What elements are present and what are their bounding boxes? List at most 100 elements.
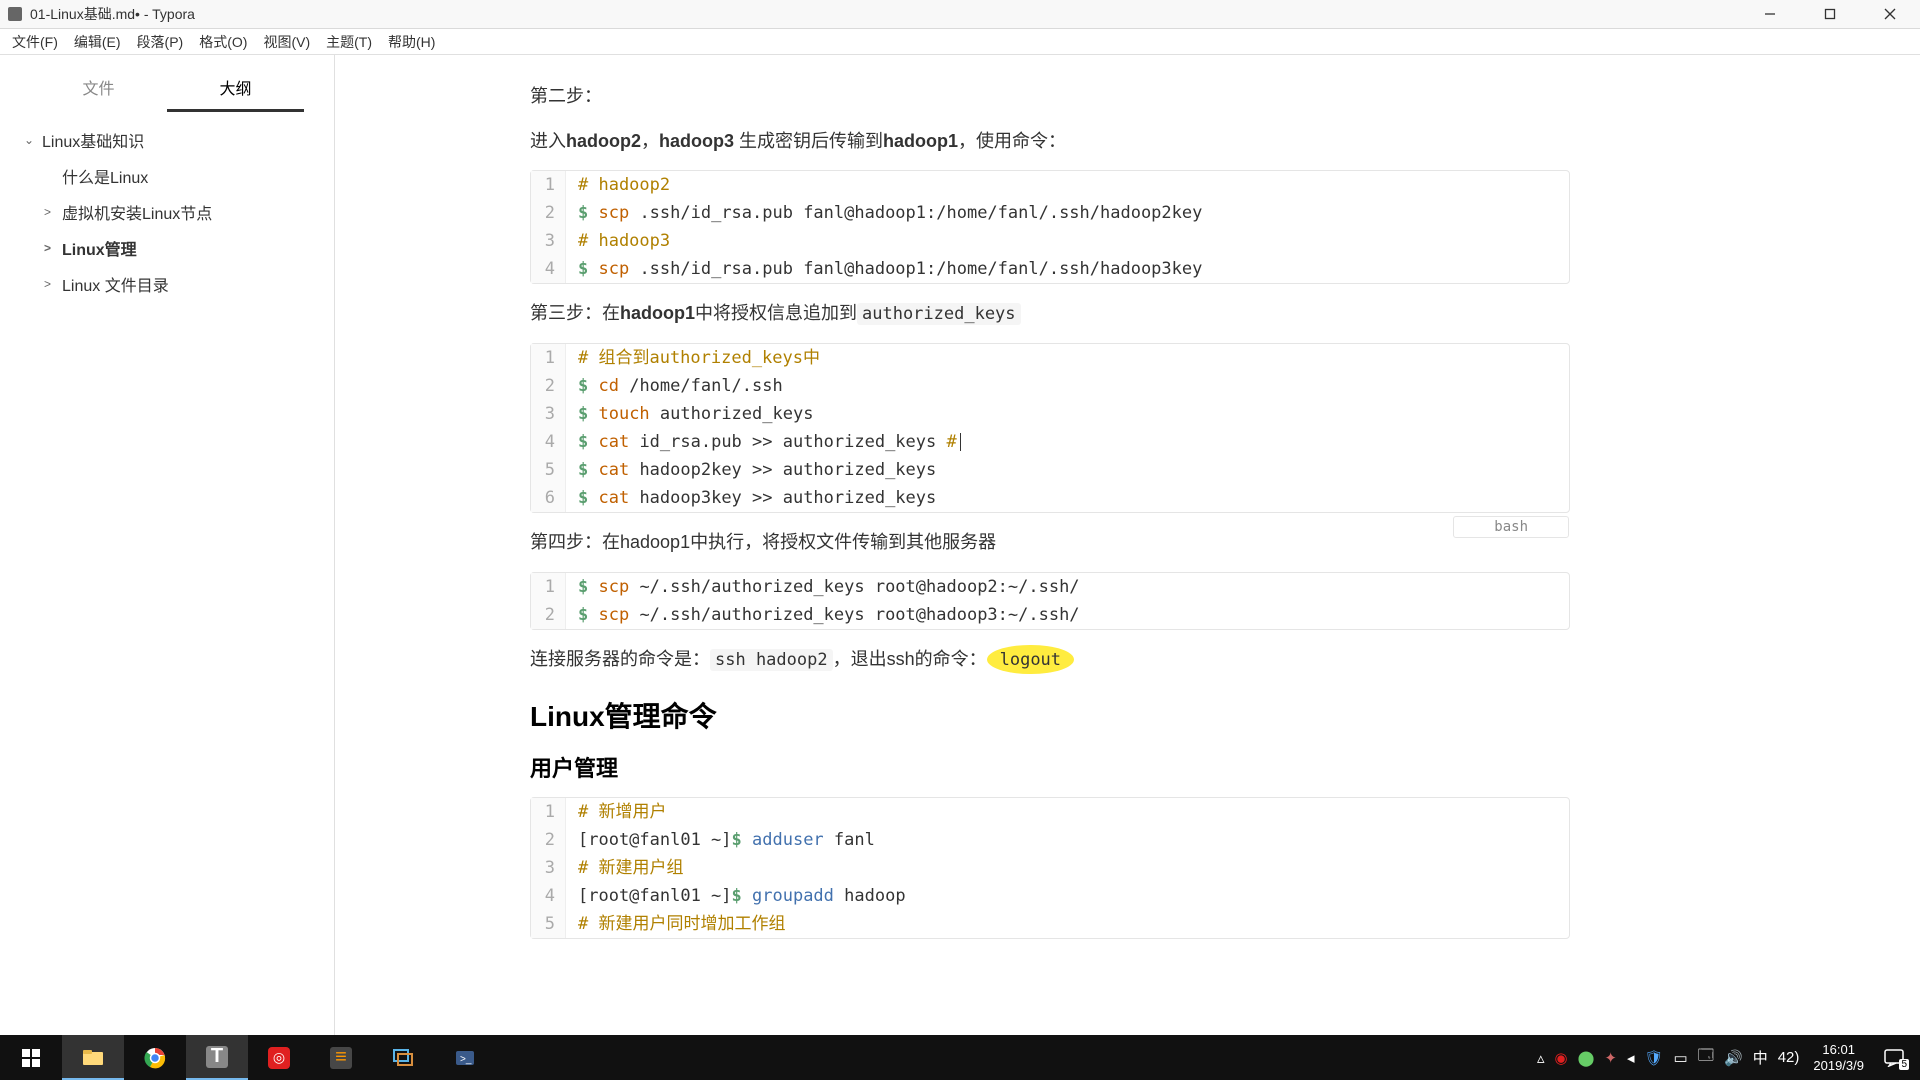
chevron-icon: > bbox=[44, 241, 56, 255]
line-number: 2 bbox=[531, 199, 566, 227]
line-number: 3 bbox=[531, 227, 566, 255]
code-line: 5# 新建用户同时增加工作组 bbox=[531, 910, 1569, 938]
outline-item[interactable]: 什么是Linux bbox=[0, 158, 334, 194]
outline-label: 虚拟机安装Linux节点 bbox=[62, 200, 212, 224]
taskbar: T ◎ ≡ >_ ▵ ◉ ⬤ ✦ ◂ 🛡 ▭ 🗔 🔊 中 42) 1 bbox=[0, 1035, 1920, 1080]
code-line: 1$ scp ~/.ssh/authorized_keys root@hadoo… bbox=[531, 573, 1569, 601]
code-text: $ scp ~/.ssh/authorized_keys root@hadoop… bbox=[566, 601, 1080, 629]
code-text: $ cat hadoop2key >> authorized_keys bbox=[566, 456, 936, 484]
tray-volume-icon[interactable]: 🔊 bbox=[1724, 1049, 1743, 1067]
explorer-icon[interactable] bbox=[62, 1035, 124, 1080]
outline-item[interactable]: >Linux管理 bbox=[0, 230, 334, 266]
system-tray[interactable]: ▵ ◉ ⬤ ✦ ◂ 🛡 ▭ 🗔 🔊 中 42) bbox=[1537, 1045, 1799, 1070]
paragraph-step3: 第三步：在hadoop1中将授权信息追加到authorized_keys bbox=[530, 298, 1570, 329]
chrome-icon[interactable] bbox=[124, 1035, 186, 1080]
vm-icon[interactable] bbox=[372, 1035, 434, 1080]
menu-paragraph[interactable]: 段落(P) bbox=[129, 30, 192, 54]
tray-app1-icon[interactable]: ◉ bbox=[1555, 1049, 1568, 1067]
line-number: 2 bbox=[531, 372, 566, 400]
line-number: 1 bbox=[531, 171, 566, 199]
tray-ime2[interactable]: 42) bbox=[1778, 1049, 1800, 1066]
code-line: 2[root@fanl01 ~]$ adduser fanl bbox=[531, 826, 1569, 854]
code-text: $ touch authorized_keys bbox=[566, 400, 813, 428]
codeblock-authorized-keys[interactable]: 1# 组合到authorized_keys中2$ cd /home/fanl/.… bbox=[530, 343, 1570, 513]
editor-content[interactable]: 第二步： 进入hadoop2，hadoop3 生成密钥后传输到hadoop1，使… bbox=[335, 55, 1920, 1035]
code-line: 3# hadoop3 bbox=[531, 227, 1569, 255]
chevron-icon: > bbox=[44, 277, 56, 291]
code-text: # 新建用户组 bbox=[566, 854, 683, 882]
codeblock-scp-keys[interactable]: 1# hadoop22$ scp .ssh/id_rsa.pub fanl@ha… bbox=[530, 170, 1570, 284]
terminal-icon[interactable]: >_ bbox=[434, 1035, 496, 1080]
minimize-button[interactable] bbox=[1740, 0, 1800, 29]
codeblock-user-admin[interactable]: 1# 新增用户2[root@fanl01 ~]$ adduser fanl3# … bbox=[530, 797, 1570, 939]
code-text: $ scp ~/.ssh/authorized_keys root@hadoop… bbox=[566, 573, 1080, 601]
outline-item[interactable]: > Linux 文件目录 bbox=[0, 266, 334, 302]
tray-ime1[interactable]: 中 bbox=[1753, 1047, 1768, 1068]
paragraph-step2: 第二步： bbox=[530, 81, 1570, 112]
code-line: 6$ cat hadoop3key >> authorized_keys bbox=[531, 484, 1569, 512]
code-text: [root@fanl01 ~]$ groupadd hadoop bbox=[566, 882, 906, 910]
line-number: 4 bbox=[531, 428, 566, 456]
heading-linux-admin: Linux管理命令 bbox=[530, 695, 1570, 735]
code-text: $ scp .ssh/id_rsa.pub fanl@hadoop1:/home… bbox=[566, 199, 1202, 227]
window-controls bbox=[1740, 0, 1920, 29]
tab-files[interactable]: 文件 bbox=[30, 65, 167, 112]
code-line: 4$ cat id_rsa.pub >> authorized_keys # bbox=[531, 428, 1569, 456]
menu-view[interactable]: 视图(V) bbox=[255, 30, 318, 54]
menu-theme[interactable]: 主题(T) bbox=[318, 30, 380, 54]
highlight-marker: logout bbox=[987, 645, 1074, 675]
typora-icon[interactable]: T bbox=[186, 1035, 248, 1080]
app-red-icon[interactable]: ◎ bbox=[248, 1035, 310, 1080]
menu-edit[interactable]: 编辑(E) bbox=[66, 30, 129, 54]
line-number: 1 bbox=[531, 573, 566, 601]
paragraph-step2-body: 进入hadoop2，hadoop3 生成密钥后传输到hadoop1，使用命令： bbox=[530, 126, 1570, 157]
tray-shield-icon[interactable]: 🛡 bbox=[1645, 1049, 1664, 1067]
notification-button[interactable]: 5 bbox=[1876, 1035, 1912, 1080]
outline-label: Linux 文件目录 bbox=[62, 272, 169, 296]
code-line: 1# 组合到authorized_keys中 bbox=[531, 344, 1569, 372]
heading-user-admin: 用户管理 bbox=[530, 751, 1570, 783]
outline-item[interactable]: > 虚拟机安装Linux节点 bbox=[0, 194, 334, 230]
tray-app3-icon[interactable]: ✦ bbox=[1604, 1049, 1617, 1067]
line-number: 5 bbox=[531, 456, 566, 484]
maximize-button[interactable] bbox=[1800, 0, 1860, 29]
outline-item[interactable]: ⌄ Linux基础知识 bbox=[0, 122, 334, 158]
outline-label: 什么是Linux bbox=[62, 164, 148, 188]
tray-network-icon[interactable]: ▭ bbox=[1674, 1049, 1688, 1067]
start-button[interactable] bbox=[0, 1035, 62, 1080]
tab-outline[interactable]: 大纲 bbox=[167, 65, 304, 112]
code-text: [root@fanl01 ~]$ adduser fanl bbox=[566, 826, 875, 854]
text-cursor bbox=[960, 433, 961, 451]
code-line: 4[root@fanl01 ~]$ groupadd hadoop bbox=[531, 882, 1569, 910]
chevron-icon: ⌄ bbox=[24, 133, 36, 147]
chevron-icon: > bbox=[44, 205, 56, 219]
outline-label: Linux基础知识 bbox=[42, 128, 144, 152]
line-number: 4 bbox=[531, 882, 566, 910]
line-number: 2 bbox=[531, 601, 566, 629]
close-button[interactable] bbox=[1860, 0, 1920, 29]
code-line: 2$ cd /home/fanl/.ssh bbox=[531, 372, 1569, 400]
code-text: $ cat hadoop3key >> authorized_keys bbox=[566, 484, 936, 512]
menu-help[interactable]: 帮助(H) bbox=[380, 30, 443, 54]
sidebar: 文件 大纲 ⌄Linux基础知识什么是Linux>虚拟机安装Linux节点>Li… bbox=[0, 55, 335, 1035]
code-text: $ cat id_rsa.pub >> authorized_keys # bbox=[566, 428, 961, 456]
code-line: 4$ scp .ssh/id_rsa.pub fanl@hadoop1:/hom… bbox=[531, 255, 1569, 283]
paragraph-step4: 第四步：在hadoop1中执行，将授权文件传输到其他服务器 bbox=[530, 527, 1570, 558]
tray-app4-icon[interactable]: ◂ bbox=[1627, 1049, 1635, 1067]
code-line: 3$ touch authorized_keys bbox=[531, 400, 1569, 428]
codeblock-scp-auth[interactable]: 1$ scp ~/.ssh/authorized_keys root@hadoo… bbox=[530, 572, 1570, 630]
tray-power-icon[interactable]: 🗔 bbox=[1698, 1045, 1714, 1070]
menubar: 文件(F) 编辑(E) 段落(P) 格式(O) 视图(V) 主题(T) 帮助(H… bbox=[0, 29, 1920, 55]
code-text: $ scp .ssh/id_rsa.pub fanl@hadoop1:/home… bbox=[566, 255, 1202, 283]
sublime-icon[interactable]: ≡ bbox=[310, 1035, 372, 1080]
tray-up-icon[interactable]: ▵ bbox=[1537, 1049, 1545, 1067]
code-lang-badge[interactable]: bash bbox=[1453, 516, 1569, 538]
tray-app2-icon[interactable]: ⬤ bbox=[1578, 1049, 1595, 1067]
line-number: 6 bbox=[531, 484, 566, 512]
line-number: 5 bbox=[531, 910, 566, 938]
menu-format[interactable]: 格式(O) bbox=[191, 30, 255, 54]
code-line: 5$ cat hadoop2key >> authorized_keys bbox=[531, 456, 1569, 484]
taskbar-clock[interactable]: 16:01 2019/3/9 bbox=[1813, 1042, 1864, 1073]
menu-file[interactable]: 文件(F) bbox=[4, 30, 66, 54]
line-number: 1 bbox=[531, 798, 566, 826]
